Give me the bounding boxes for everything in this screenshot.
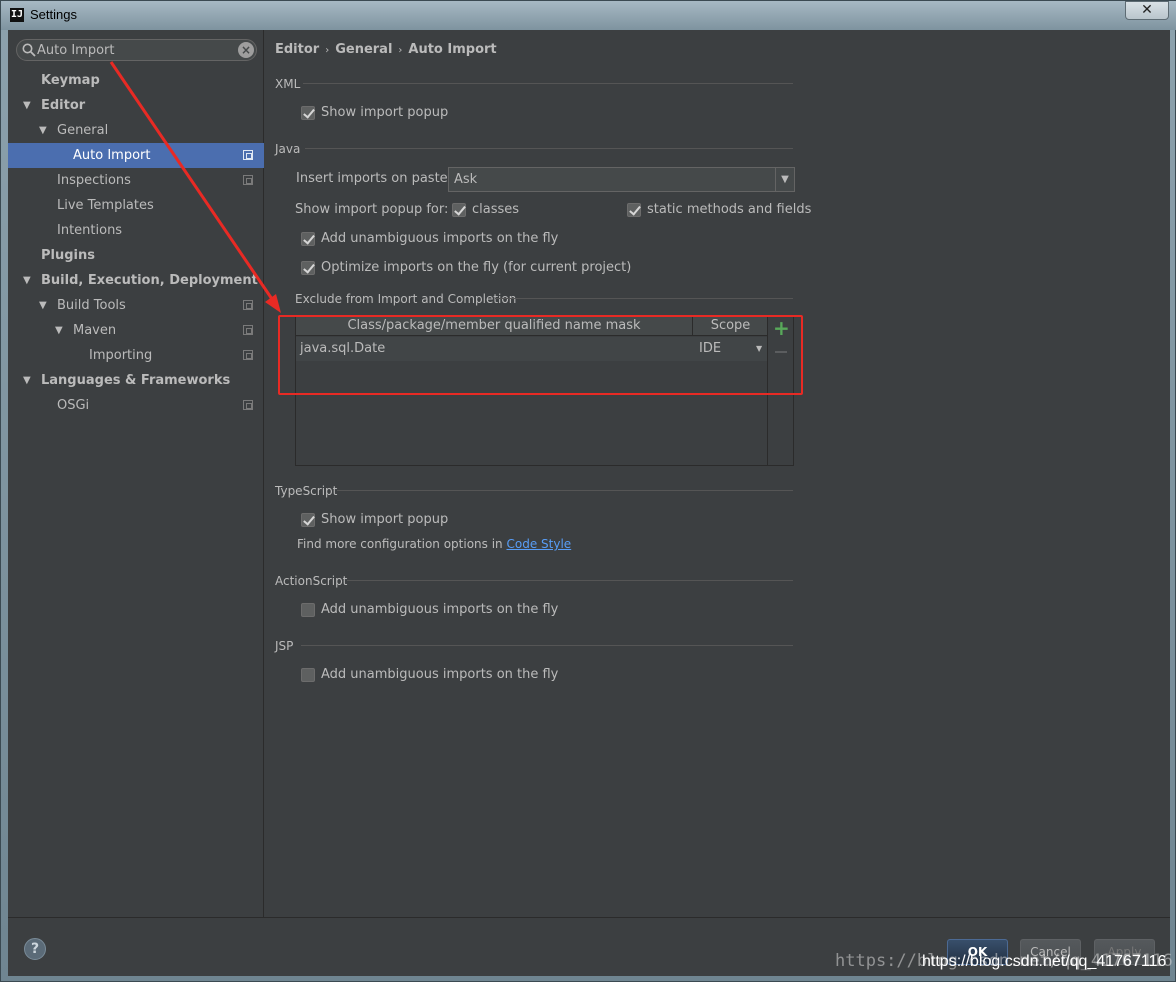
checkbox-box[interactable] [301, 603, 315, 617]
settings-search-box[interactable]: × [16, 39, 257, 61]
section-title-jsp: JSP [275, 639, 294, 653]
section-title-actionscript: ActionScript [275, 574, 348, 588]
tree-item-plugins[interactable]: Plugins [8, 243, 264, 268]
section-divider [337, 490, 793, 491]
intellij-app-icon: IJ [10, 8, 24, 22]
tree-item-keymap[interactable]: Keymap [8, 68, 264, 93]
settings-content-panel: Editor › General › Auto Import XML Show impo… [265, 30, 1170, 917]
checkbox-box[interactable] [627, 203, 641, 217]
tree-item-build-tools[interactable]: ▼ Build Tools [8, 293, 264, 318]
tree-item-intentions[interactable]: Intentions [8, 218, 264, 243]
expanded-arrow-icon[interactable]: ▼ [39, 118, 51, 143]
checkbox-box[interactable] [301, 261, 315, 275]
tree-item-label: Plugins [41, 248, 95, 263]
project-level-icon [243, 300, 253, 310]
clear-search-icon[interactable]: × [238, 42, 254, 58]
project-level-icon [243, 400, 253, 410]
tree-item-importing[interactable]: Importing [8, 343, 264, 368]
code-style-link[interactable]: Code Style [507, 537, 572, 551]
breadcrumb-editor: Editor [275, 42, 320, 57]
tree-item-label: OSGi [57, 398, 90, 413]
exclude-section-title: Exclude from Import and Completion [295, 292, 517, 306]
section-divider [305, 148, 793, 149]
settings-tree: Keymap ▼ Editor ▼ General Auto Import In… [8, 68, 264, 418]
tree-item-languages-frameworks[interactable]: ▼ Languages & Frameworks [8, 368, 264, 393]
tree-item-label: Auto Import [73, 148, 151, 163]
checkbox-box[interactable] [301, 513, 315, 527]
checkbox-label: Show import popup [321, 512, 449, 527]
project-level-icon [243, 350, 253, 360]
breadcrumb-general: General [335, 42, 393, 57]
checkbox-label: classes [472, 202, 520, 217]
section-title-typescript: TypeScript [275, 484, 338, 498]
tree-item-inspections[interactable]: Inspections [8, 168, 264, 193]
tree-item-build-execution-deployment[interactable]: ▼ Build, Execution, Deployment [8, 268, 264, 293]
breadcrumb-separator: › [398, 45, 403, 56]
search-input[interactable] [37, 42, 233, 58]
find-more-label: Find more configuration options in [297, 537, 503, 551]
project-level-icon [243, 325, 253, 335]
checkbox-label: Add unambiguous imports on the fly [321, 231, 559, 246]
checkbox-box[interactable] [301, 106, 315, 120]
section-title-xml: XML [275, 77, 301, 91]
checkbox-label: Show import popup [321, 105, 449, 120]
insert-imports-dropdown[interactable]: Ask ▼ [448, 167, 795, 192]
tree-item-label: Inspections [57, 173, 131, 188]
expanded-arrow-icon[interactable]: ▼ [23, 93, 35, 118]
search-icon [22, 43, 36, 57]
breadcrumb-separator: › [325, 45, 330, 56]
breadcrumb-auto-import: Auto Import [408, 42, 497, 57]
tree-item-label: Languages & Frameworks [41, 373, 231, 388]
checkbox-label: static methods and fields [647, 202, 812, 217]
tree-item-label: Live Templates [57, 198, 154, 213]
project-level-icon [243, 150, 253, 160]
tree-item-label: Editor [41, 98, 86, 113]
checkbox-label: Optimize imports on the fly (for current… [321, 260, 632, 275]
tree-item-label: Build, Execution, Deployment [41, 273, 258, 288]
tree-item-osgi[interactable]: OSGi [8, 393, 264, 418]
tree-item-label: Importing [89, 348, 153, 363]
tree-item-label: Maven [73, 323, 117, 338]
expanded-arrow-icon[interactable]: ▼ [55, 318, 67, 343]
tree-item-maven[interactable]: ▼ Maven [8, 318, 264, 343]
checkbox-box[interactable] [301, 668, 315, 682]
section-title-java: Java [275, 142, 301, 156]
help-icon[interactable]: ? [24, 938, 46, 960]
title-bar: IJ Settings ✕ [1, 1, 1176, 30]
section-divider [495, 298, 793, 299]
tree-item-label: Build Tools [57, 298, 126, 313]
dropdown-value: Ask [454, 172, 478, 187]
checkbox-label: Add unambiguous imports on the fly [321, 602, 559, 617]
breadcrumb: Editor › General › Auto Import [275, 42, 497, 57]
annotation-highlight-box [278, 315, 803, 395]
close-window-button[interactable]: ✕ [1125, 1, 1169, 20]
expanded-arrow-icon[interactable]: ▼ [23, 268, 35, 293]
section-divider [347, 580, 793, 581]
checkbox-box[interactable] [301, 232, 315, 246]
tree-item-label: Keymap [41, 73, 100, 88]
dialog-body: × Keymap ▼ Editor ▼ General Auto Import [8, 30, 1170, 976]
tree-item-label: General [57, 123, 109, 138]
tree-item-label: Intentions [57, 223, 123, 238]
section-divider [303, 83, 793, 84]
tree-item-general[interactable]: ▼ General [8, 118, 264, 143]
section-divider [301, 645, 793, 646]
settings-window: IJ Settings ✕ × Keymap ▼ Editor [0, 0, 1176, 982]
expanded-arrow-icon[interactable]: ▼ [39, 293, 51, 318]
chevron-down-icon[interactable]: ▼ [775, 168, 794, 191]
insert-imports-label: Insert imports on paste: [296, 171, 453, 186]
watermark-url: https://blog.csdn.net/qq_41767116 [922, 953, 1167, 970]
expanded-arrow-icon[interactable]: ▼ [23, 368, 35, 393]
project-level-icon [243, 175, 253, 185]
checkbox-label: Add unambiguous imports on the fly [321, 667, 559, 682]
window-title: Settings [30, 7, 77, 22]
checkbox-box[interactable] [452, 203, 466, 217]
show-popup-for-label: Show import popup for: [295, 202, 449, 217]
tree-item-live-templates[interactable]: Live Templates [8, 193, 264, 218]
find-more-text: Find more configuration options in Code … [297, 537, 571, 551]
tree-item-auto-import[interactable]: Auto Import [8, 143, 264, 168]
settings-sidebar: × Keymap ▼ Editor ▼ General Auto Import [8, 30, 264, 917]
tree-item-editor[interactable]: ▼ Editor [8, 93, 264, 118]
